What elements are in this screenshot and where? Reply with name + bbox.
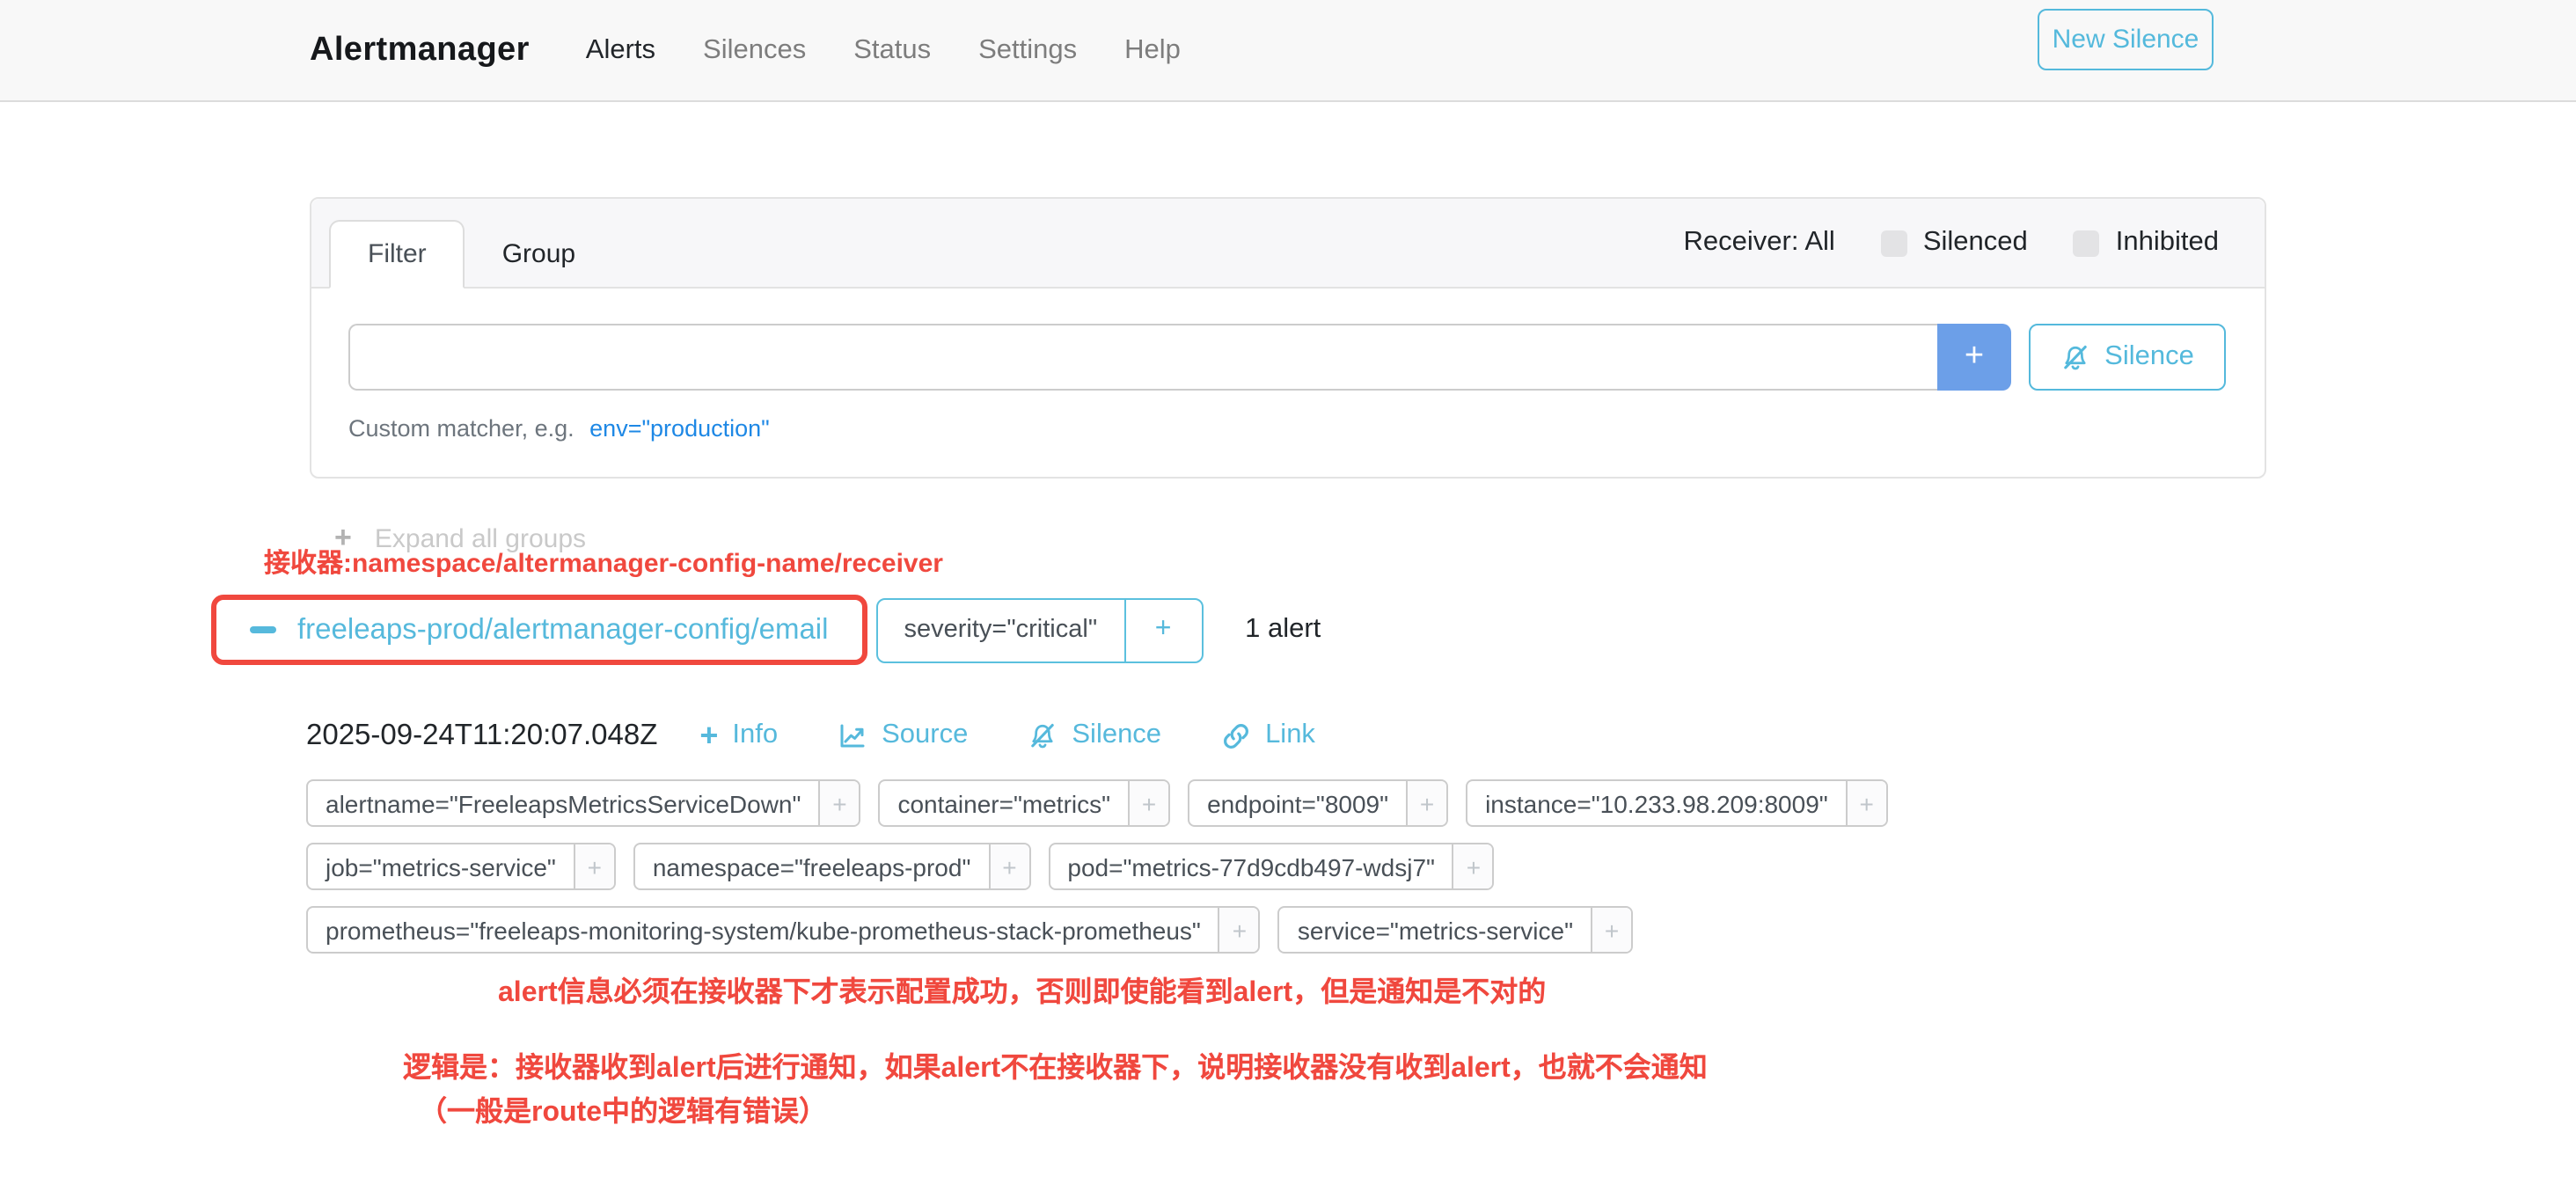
label-chip-text[interactable]: pod="metrics-77d9cdb497-wdsj7" <box>1050 844 1453 888</box>
alert-labels: alertname="FreeleapsMetricsServiceDown" … <box>306 779 1888 954</box>
matcher-input[interactable] <box>348 324 1937 391</box>
alert-timestamp: 2025-09-24T11:20:07.048Z <box>306 719 657 752</box>
group-matcher-label[interactable]: severity="critical" <box>878 599 1124 661</box>
label-add-button[interactable]: + <box>1453 844 1493 888</box>
top-navbar: Alertmanager Alerts Silences Status Sett… <box>0 0 2576 102</box>
inhibited-checkbox[interactable] <box>2074 230 2100 256</box>
label-chip: namespace="freeleaps-prod" + <box>633 843 1031 890</box>
alert-silence-label: Silence <box>1072 720 1161 751</box>
annotation-bottom-line2: （一般是route中的逻辑有错误） <box>403 1091 1708 1135</box>
annotation-highlight-box: freeleaps-prod/alertmanager-config/email <box>211 595 867 665</box>
label-add-button[interactable]: + <box>1128 781 1168 825</box>
silence-filter-label: Silence <box>2104 341 2194 373</box>
filter-options: Receiver: All Silenced Inhibited <box>1684 199 2219 287</box>
alert-link-button[interactable]: Link <box>1221 720 1315 751</box>
label-add-button[interactable]: + <box>988 844 1028 888</box>
bell-slash-icon <box>1028 720 1057 750</box>
matcher-hint-text: Custom matcher, e.g. <box>348 415 574 442</box>
label-chip: alertname="FreeleapsMetricsServiceDown" … <box>306 779 860 827</box>
label-add-button[interactable]: + <box>1846 781 1886 825</box>
filter-card: Filter Group Receiver: All Silenced Inhi… <box>310 197 2266 479</box>
nav-item-status[interactable]: Status <box>853 34 931 66</box>
alert-info-label: Info <box>732 720 778 751</box>
label-chip: job="metrics-service" + <box>306 843 616 890</box>
label-chip: prometheus="freeleaps-monitoring-system/… <box>306 906 1261 954</box>
tab-group[interactable]: Group <box>465 220 612 289</box>
app-brand[interactable]: Alertmanager <box>310 31 530 69</box>
filter-card-body: + Silence Custom matcher, e.g. env="prod… <box>311 289 2265 442</box>
label-chip-text[interactable]: instance="10.233.98.209:8009" <box>1467 781 1846 825</box>
alert-header-row: 2025-09-24T11:20:07.048Z + Info Source <box>306 713 1375 758</box>
label-chip-text[interactable]: job="metrics-service" <box>308 844 574 888</box>
add-matcher-button[interactable]: + <box>1937 324 2011 391</box>
label-add-button[interactable]: + <box>1591 908 1631 952</box>
matcher-example-link[interactable]: env="production" <box>589 415 770 442</box>
link-icon <box>1221 720 1251 750</box>
filter-card-header: Filter Group Receiver: All Silenced Inhi… <box>311 199 2265 289</box>
collapse-group-icon[interactable] <box>250 626 276 633</box>
nav-item-silences[interactable]: Silences <box>703 34 806 66</box>
main-nav: Alerts Silences Status Settings Help <box>586 34 1228 66</box>
group-matcher-buttons: severity="critical" + <box>876 597 1204 662</box>
alert-info-button[interactable]: + Info <box>699 720 778 751</box>
bell-slash-icon <box>2060 342 2090 372</box>
label-add-button[interactable]: + <box>1406 781 1446 825</box>
label-chip-text[interactable]: prometheus="freeleaps-monitoring-system/… <box>308 908 1218 952</box>
silence-filter-button[interactable]: Silence <box>2029 324 2226 391</box>
alert-group-row: freeleaps-prod/alertmanager-config/email… <box>211 595 1321 665</box>
tab-filter[interactable]: Filter <box>329 220 465 289</box>
alert-silence-button[interactable]: Silence <box>1028 720 1161 751</box>
annotation-receiver-note: 接收器:namespace/altermanager-config-name/r… <box>264 544 943 581</box>
label-chip-text[interactable]: namespace="freeleaps-prod" <box>635 844 989 888</box>
alert-source-label: Source <box>882 720 968 751</box>
label-chip: endpoint="8009" + <box>1188 779 1448 827</box>
label-chip-text[interactable]: alertname="FreeleapsMetricsServiceDown" <box>308 781 818 825</box>
label-chip-text[interactable]: container="metrics" <box>880 781 1128 825</box>
alert-link-label: Link <box>1265 720 1315 751</box>
label-chip: instance="10.233.98.209:8009" + <box>1466 779 1888 827</box>
annotation-mid-note: alert信息必须在接收器下才表示配置成功，否则即使能看到alert，但是通知是… <box>498 968 1546 1010</box>
nav-item-alerts[interactable]: Alerts <box>586 34 655 66</box>
annotation-bottom-note: 逻辑是：接收器收到alert后进行通知，如果alert不在接收器下，说明接收器没… <box>403 1047 1708 1135</box>
label-row: alertname="FreeleapsMetricsServiceDown" … <box>306 779 1888 827</box>
alert-count: 1 alert <box>1245 614 1321 646</box>
receiver-filter[interactable]: Receiver: All <box>1684 227 1835 259</box>
plus-icon: + <box>699 720 718 751</box>
label-row: prometheus="freeleaps-monitoring-system/… <box>306 906 1888 954</box>
matcher-hint: Custom matcher, e.g. env="production" <box>348 415 2226 442</box>
nav-item-settings[interactable]: Settings <box>978 34 1077 66</box>
label-chip: container="metrics" + <box>878 779 1170 827</box>
label-add-button[interactable]: + <box>574 844 614 888</box>
label-chip: service="metrics-service" + <box>1278 906 1633 954</box>
alert-source-link[interactable]: Source <box>838 720 968 751</box>
silenced-checkbox[interactable] <box>1881 230 1907 256</box>
alertmanager-page: Alertmanager Alerts Silences Status Sett… <box>0 0 2576 1184</box>
label-chip: pod="metrics-77d9cdb497-wdsj7" + <box>1048 843 1495 890</box>
annotation-bottom-line1: 逻辑是：接收器收到alert后进行通知，如果alert不在接收器下，说明接收器没… <box>403 1047 1708 1091</box>
group-receiver-link[interactable]: freeleaps-prod/alertmanager-config/email <box>297 613 829 647</box>
label-add-button[interactable]: + <box>1218 908 1259 952</box>
group-matcher-add-button[interactable]: + <box>1123 599 1201 661</box>
nav-item-help[interactable]: Help <box>1124 34 1181 66</box>
silenced-checkbox-label[interactable]: Silenced <box>1923 227 2028 259</box>
label-chip-text[interactable]: service="metrics-service" <box>1280 908 1591 952</box>
chart-icon <box>838 720 867 750</box>
label-chip-text[interactable]: endpoint="8009" <box>1189 781 1406 825</box>
new-silence-button[interactable]: New Silence <box>2038 9 2214 70</box>
matcher-input-group: + Silence <box>348 324 2226 391</box>
inhibited-checkbox-label[interactable]: Inhibited <box>2116 227 2219 259</box>
label-add-button[interactable]: + <box>818 781 859 825</box>
label-row: job="metrics-service" + namespace="freel… <box>306 843 1888 890</box>
filter-tabs: Filter Group <box>329 220 612 289</box>
